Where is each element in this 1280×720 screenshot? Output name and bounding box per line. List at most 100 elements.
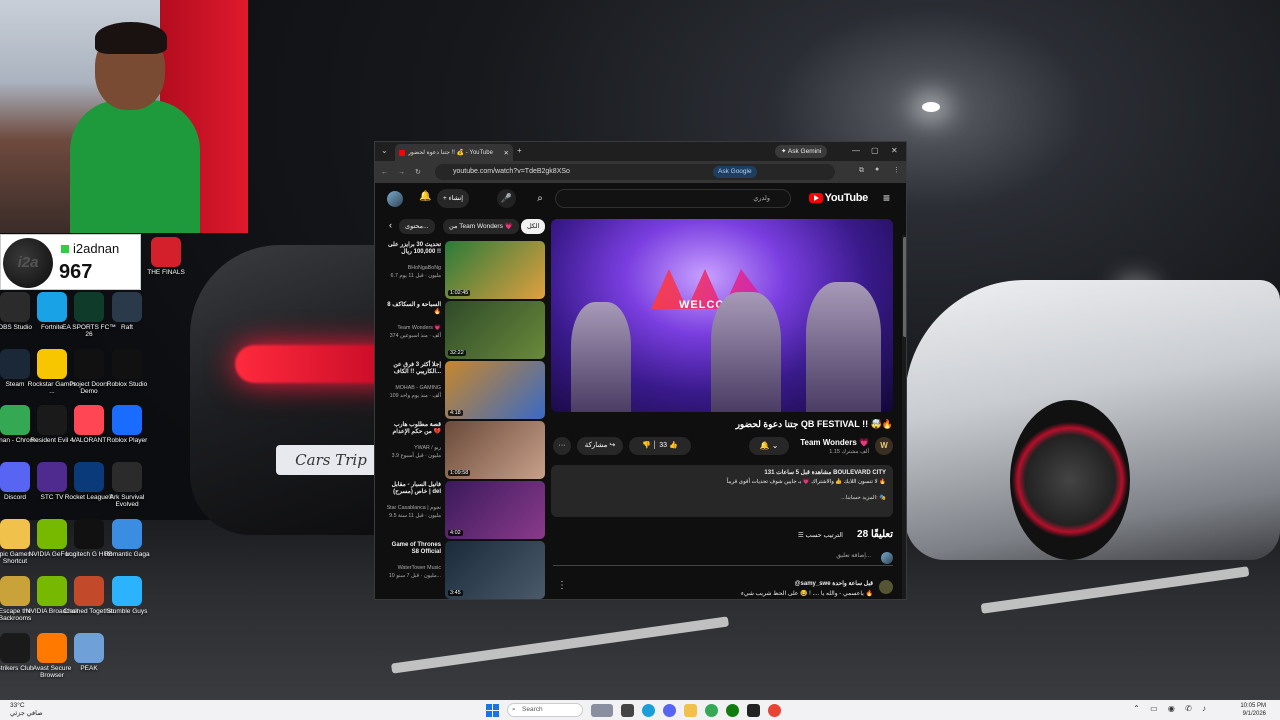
related-video-item[interactable]: 4:02 فانيل السبار - مقابل خاص (مسرح) | de…	[385, 481, 545, 541]
related-video-item[interactable]: 3:45 Game of Thrones S8 Official WaterTowe…	[385, 541, 545, 599]
voice-search-mic-icon[interactable]: 🎤	[497, 189, 516, 208]
task-view-icon[interactable]	[621, 703, 634, 717]
related-video-item[interactable]: 32:22 السباحة و السكاكف 8 🔥 Team Wonders 💗…	[385, 301, 545, 361]
related-video-thumbnail[interactable]: 1:09:58	[445, 421, 545, 479]
youtube-play-icon	[808, 193, 823, 203]
back-icon[interactable]: ←	[381, 169, 388, 176]
share-button[interactable]: مشاركة ↪	[577, 437, 623, 455]
more-actions-button[interactable]: ···	[553, 437, 571, 455]
car-plate: Cars Trip	[276, 445, 386, 475]
notifications-bell-icon[interactable]: 🔔	[419, 191, 431, 202]
chrome-active-icon[interactable]	[768, 703, 781, 717]
roblox-player-icon	[112, 405, 142, 435]
related-video-thumbnail[interactable]: 32:22	[445, 301, 545, 359]
desktop-icon[interactable]: Stumble Guys	[100, 576, 154, 615]
related-video-item[interactable]: 1:09:58 قصة مطلوب هارب من حكم الإعدام 💔 YW…	[385, 421, 545, 481]
url-field[interactable]: youtube.com/watch?v=TdeB2gk8XSo Ask Goog…	[435, 164, 835, 180]
sort-button[interactable]: ☰ الترتيب حسب	[798, 531, 843, 539]
comment-author[interactable]: @samy_swe قبل ساعة واحدة	[553, 580, 893, 587]
related-video-thumbnail[interactable]: 1:02:45	[445, 241, 545, 299]
file-explorer-icon[interactable]	[684, 703, 697, 717]
terminal-icon[interactable]	[747, 703, 760, 717]
ask-gemini-button[interactable]: ✦ Ask Gemini	[775, 145, 828, 158]
related-video-item[interactable]: 4:18 إجلا أكثر 3 فرق عن الكاريبي !! الكاف…	[385, 361, 545, 421]
weather-widget[interactable]: 33°C صافي جزئي	[10, 702, 43, 718]
comment-text: ياعسمي - والله يا .... ! 😂 على الحظ شريب…	[741, 591, 873, 597]
xbox-icon[interactable]	[726, 703, 739, 717]
related-video-thumbnail[interactable]: 3:45	[445, 541, 545, 599]
desktop-icon[interactable]: Raft	[100, 292, 154, 331]
like-dislike-group: 👎 │ 33 👍	[629, 437, 691, 455]
car-wheel	[1010, 400, 1130, 560]
chip-all[interactable]: الكل	[521, 219, 546, 234]
minimize-icon[interactable]: —	[852, 146, 860, 155]
related-video-title[interactable]: فانيل السبار - مقابل خاص (مسرح) | del	[385, 482, 441, 496]
taskbar-search[interactable]: ⌕ Search	[507, 703, 583, 717]
video-player[interactable]: WELCOME	[551, 219, 893, 412]
desktop-icon[interactable]: Romantic Gaga	[100, 519, 154, 558]
description-more[interactable]: ...المزيد حسابنا: 🎭	[558, 495, 886, 501]
youtube-logo[interactable]: YouTube	[808, 192, 868, 204]
related-video-channel: WaterTower Music	[397, 565, 441, 571]
chip-channel[interactable]: من Team Wonders 💗	[443, 219, 519, 234]
desktop-icon[interactable]: Roblox Studio	[100, 349, 154, 388]
channel-name[interactable]: Team Wonders 💗	[800, 438, 869, 447]
search-input[interactable]: ولدري	[555, 189, 791, 208]
related-video-thumbnail[interactable]: 4:18	[445, 361, 545, 419]
my-avatar	[881, 552, 893, 564]
close-icon[interactable]: ✕	[891, 146, 898, 155]
desktop-icon[interactable]: PEAK	[62, 633, 116, 672]
tab-close-icon[interactable]: ✕	[504, 149, 509, 157]
chips-prev-icon[interactable]: ‹	[389, 220, 392, 230]
profile-icon[interactable]: ●	[875, 166, 879, 173]
new-tab-button[interactable]: +	[517, 146, 522, 155]
title-bar: ⌄ جتنا دعوة لحضور !! 💰 - YouTube ✕ + ✦ A…	[375, 142, 906, 161]
comment-item: @samy_swe قبل ساعة واحدة ياعسمي - والله …	[553, 580, 893, 597]
create-button[interactable]: + إنشاء	[437, 189, 470, 208]
reload-icon[interactable]: ↻	[415, 168, 421, 176]
tab-list-chevron-icon[interactable]: ⌄	[381, 146, 388, 155]
like-count[interactable]: 33	[659, 442, 667, 449]
desktop-icon[interactable]: Roblox Player	[100, 405, 154, 444]
related-video-title[interactable]: السباحة و السكاكف 8 🔥	[385, 302, 441, 316]
forward-icon[interactable]: →	[398, 169, 405, 176]
browser-window[interactable]: ⌄ جتنا دعوة لحضور !! 💰 - YouTube ✕ + ✦ A…	[374, 141, 907, 600]
maximize-icon[interactable]: ▢	[871, 146, 879, 155]
video-duration: 1:02:45	[448, 290, 471, 296]
video-duration: 3:45	[448, 590, 463, 596]
desktop-icon-label: Roblox Player	[106, 437, 148, 444]
related-video-title[interactable]: Game of Thrones S8 Official	[385, 542, 441, 556]
related-video-title[interactable]: تحديث 30 برايزر على 100,000 ريال !!	[385, 242, 441, 256]
chip-more[interactable]: محتوى...	[399, 219, 435, 234]
taskbar-car-icon[interactable]	[591, 703, 613, 717]
description-box[interactable]: 131 مشاهدة قبل 5 ساعات BOULEVARD CITY لا…	[551, 465, 893, 517]
account-avatar[interactable]	[387, 191, 403, 207]
related-video-title[interactable]: إجلا أكثر 3 فرق عن الكاريبي !! الكاف...	[385, 362, 441, 376]
related-video-title[interactable]: قصة مطلوب هارب من حكم الإعدام 💔	[385, 422, 441, 436]
desktop-icon[interactable]: THE FINALS	[139, 237, 193, 276]
browser-menu-icon[interactable]: ⋮	[893, 166, 900, 174]
like-icon[interactable]: 👍	[669, 442, 678, 449]
system-tray[interactable]: ⌃ ▭ ◉ ✆ ♪	[1133, 704, 1210, 713]
related-video-thumbnail[interactable]: 4:02	[445, 481, 545, 539]
search-icon[interactable]: ⌕	[527, 189, 553, 208]
extensions-icon[interactable]: ⧉	[859, 167, 864, 175]
scrollbar-thumb[interactable]	[903, 237, 906, 337]
browser-tab[interactable]: جتنا دعوة لحضور !! 💰 - YouTube ✕	[395, 144, 513, 161]
channel-avatar[interactable]: W	[875, 437, 893, 455]
add-comment-field[interactable]: إضافة تعليق...	[553, 552, 893, 566]
subscribed-bell-button[interactable]: 🔔 ⌄	[749, 437, 789, 455]
hamburger-menu-icon[interactable]: ≡	[883, 191, 890, 205]
related-video-item[interactable]: 1:02:45 تحديث 30 برايزر على 100,000 ريال …	[385, 241, 545, 301]
comment-avatar[interactable]	[879, 580, 893, 594]
desktop-icon[interactable]: Ark Survival Evolved	[100, 462, 154, 508]
clock[interactable]: 10:05 PM 9/1/2026	[1240, 702, 1266, 718]
dislike-icon[interactable]: 👎	[642, 442, 651, 449]
discord-taskbar-icon[interactable]	[663, 703, 676, 717]
ark-icon	[112, 462, 142, 492]
windows-start-icon[interactable]	[486, 703, 499, 717]
chrome-taskbar-icon[interactable]	[705, 703, 718, 717]
edge-icon[interactable]	[642, 703, 655, 717]
ask-google-button[interactable]: Ask Google	[713, 166, 757, 178]
scrollbar[interactable]	[902, 235, 906, 599]
